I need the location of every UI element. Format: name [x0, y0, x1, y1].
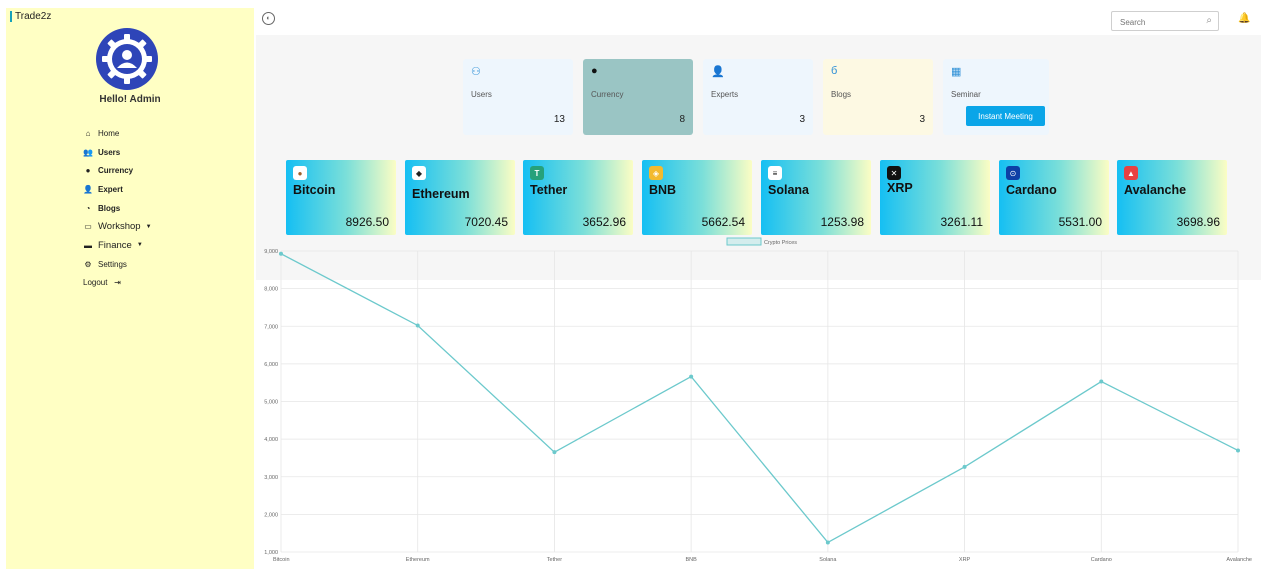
y-tick-label: 6,000	[264, 362, 278, 368]
y-tick-label: 8,000	[264, 287, 278, 293]
x-tick-label: XRP	[959, 557, 971, 563]
settings-icon: ⚙	[84, 259, 92, 269]
finance-icon: ▬	[84, 240, 92, 250]
currency-icon: ●	[85, 166, 91, 176]
y-tick-label: 1,000	[264, 550, 278, 556]
blog-icon: б	[831, 65, 838, 77]
y-tick-label: 4,000	[264, 437, 278, 443]
sidebar-item-workshop[interactable]: ▭ Workshop ▼	[83, 217, 243, 236]
expert-icon: 👤	[83, 184, 93, 194]
crypto-card-avalanche[interactable]: ▲ Avalanche 3698.96	[1117, 160, 1227, 235]
crypto-prices-chart: Crypto Prices 1,000 2,000 3,000 4,000 5,000 6…	[264, 237, 1252, 563]
avalanche-icon: ▲	[1124, 166, 1138, 180]
data-point[interactable]	[1099, 379, 1104, 384]
stat-card-blogs[interactable]: б Blogs 3	[823, 59, 933, 135]
x-tick-label: Cardano	[1091, 557, 1112, 563]
sidebar-item-finance[interactable]: ▬ Finance ▼	[83, 236, 243, 255]
admin-avatar-icon	[102, 34, 152, 84]
legend-label: Crypto Prices	[764, 240, 797, 246]
chevron-down-icon: ▼	[136, 242, 143, 249]
sidebar-item-home[interactable]: ⌂ Home	[83, 124, 243, 143]
sidebar: Trade2z Hello! Admin ⌂ Home 👥 Users ● Curre…	[6, 8, 254, 569]
crypto-card-bnb[interactable]: ◈ BNB 5662.54	[642, 160, 752, 235]
xrp-icon: ✕	[887, 166, 901, 180]
crypto-card-tether[interactable]: T Tether 3652.96	[523, 160, 633, 235]
data-point[interactable]	[825, 540, 830, 545]
cardano-icon: ⊙	[1006, 166, 1020, 180]
home-icon: ⌂	[85, 128, 91, 138]
avatar	[96, 28, 158, 90]
crypto-card-bitcoin[interactable]: ● Bitcoin 8926.50	[286, 160, 396, 235]
chart-grid	[280, 250, 1239, 553]
data-point[interactable]	[689, 374, 694, 379]
brand-label: Trade2z	[15, 11, 52, 22]
instant-meeting-button[interactable]: Instant Meeting	[966, 106, 1045, 126]
stat-card-currency[interactable]: ● Currency 8	[583, 59, 693, 135]
brand-bar	[10, 11, 12, 22]
x-tick-label: Solana	[819, 557, 837, 563]
users-group-icon: ⚇	[471, 66, 481, 78]
series-points	[279, 251, 1240, 545]
blogs-icon: ◔	[85, 203, 91, 213]
crypto-card-cardano[interactable]: ⊙ Cardano 5531.00	[999, 160, 1109, 235]
search-input[interactable]	[1118, 17, 1202, 28]
workshop-icon: ▭	[84, 222, 92, 232]
calendar-icon: ▦	[951, 66, 962, 78]
sidebar-item-settings[interactable]: ⚙ Settings	[83, 255, 243, 274]
bell-icon[interactable]: 🔔	[1238, 13, 1250, 24]
users-icon: 👥	[83, 147, 93, 157]
crypto-card-ethereum[interactable]: ◆ Ethereum 7020.45	[405, 160, 515, 235]
y-tick-label: 3,000	[264, 475, 278, 481]
sidebar-nav: ⌂ Home 👥 Users ● Currency 👤 Expert ◔ Blogs ▭ W…	[83, 124, 243, 292]
sidebar-item-blogs[interactable]: ◔ Blogs	[83, 199, 243, 218]
search-icon[interactable]: ⌕	[1206, 15, 1212, 26]
x-axis: Bitcoin Ethereum Tether BNB Solana XRP Cardano…	[273, 557, 1252, 563]
chevron-down-icon: ▼	[145, 223, 152, 230]
y-tick-label: 9,000	[264, 249, 278, 255]
logout-icon: ⇥	[114, 278, 121, 288]
sidebar-item-users[interactable]: 👥 Users	[83, 143, 243, 162]
bnb-icon: ◈	[649, 166, 663, 180]
x-tick-label: Ethereum	[406, 557, 430, 563]
legend-swatch	[726, 237, 762, 246]
y-tick-label: 5,000	[264, 400, 278, 406]
ethereum-icon: ◆	[412, 166, 426, 180]
crypto-card-solana[interactable]: ≡ Solana 1253.98	[761, 160, 871, 235]
x-tick-label: BNB	[685, 557, 697, 563]
bitcoin-icon: ●	[293, 166, 307, 180]
sidebar-item-currency[interactable]: ● Currency	[83, 161, 243, 180]
solana-icon: ≡	[768, 166, 782, 180]
stat-card-users[interactable]: ⚇ Users 13	[463, 59, 573, 135]
brand[interactable]: Trade2z	[10, 11, 51, 22]
y-tick-label: 7,000	[264, 324, 278, 330]
x-tick-label: Tether	[547, 557, 562, 563]
crypto-card-xrp[interactable]: ✕ XRP 3261.11	[880, 160, 990, 235]
y-axis: 1,000 2,000 3,000 4,000 5,000 6,000 7,000 8,000…	[264, 249, 278, 556]
x-tick-label: Bitcoin	[273, 557, 290, 563]
data-point[interactable]	[552, 450, 557, 455]
greeting: Hello! Admin	[99, 94, 161, 105]
chart-legend[interactable]: Crypto Prices	[726, 237, 797, 246]
data-point[interactable]	[415, 323, 420, 328]
toggle-sidebar-icon[interactable]: ◐	[262, 12, 275, 25]
bitcoin-icon: ●	[591, 65, 598, 77]
y-tick-label: 2,000	[264, 512, 278, 518]
stat-card-experts[interactable]: 👤 Experts 3	[703, 59, 813, 135]
tether-icon: T	[530, 166, 544, 180]
data-point[interactable]	[1236, 448, 1240, 453]
data-point[interactable]	[279, 251, 283, 256]
sidebar-item-logout[interactable]: Logout ⇥	[83, 274, 243, 293]
series-line-crypto-prices	[280, 253, 1239, 544]
sidebar-item-expert[interactable]: 👤 Expert	[83, 180, 243, 199]
x-tick-label: Avalanche	[1226, 557, 1252, 563]
search-box[interactable]: ⌕	[1111, 11, 1219, 31]
data-point[interactable]	[962, 464, 967, 469]
expert-icon: 👤	[711, 66, 725, 78]
